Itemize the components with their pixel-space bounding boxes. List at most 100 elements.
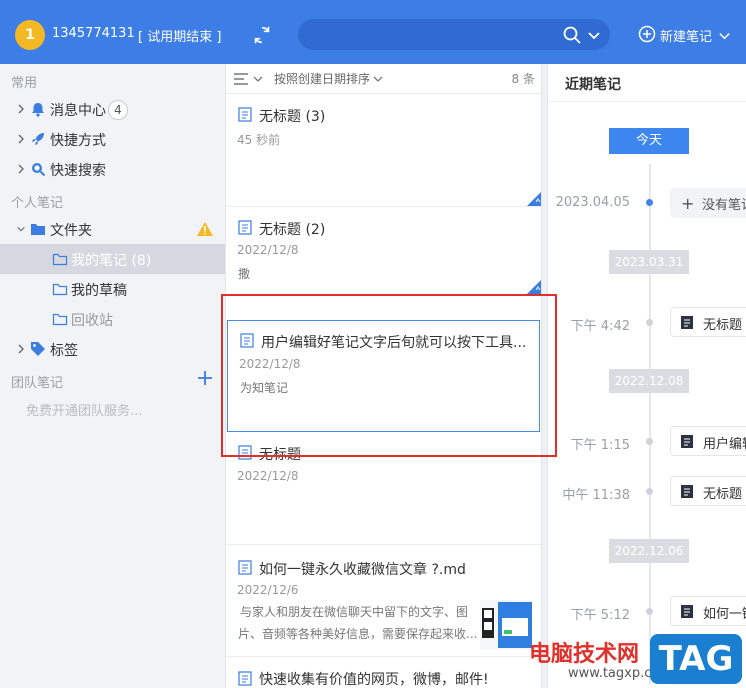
note-thumbnail — [480, 600, 532, 650]
folder-icon — [31, 224, 45, 235]
plus-icon: + — [681, 194, 695, 213]
note-snippet: 与家人和朋友在微信聊天中留下的文字、图 — [240, 605, 469, 619]
watermark-logo: TAG — [650, 634, 742, 684]
chevron-down-icon[interactable] — [16, 223, 26, 235]
card-label: 无标题 — [703, 487, 743, 502]
message-count-badge: 4 — [108, 100, 128, 120]
sort-dropdown[interactable]: 按照创建日期排序 — [274, 70, 370, 87]
timeline-time: 下午 4:42 — [570, 319, 630, 334]
avatar[interactable]: 1 — [15, 20, 45, 50]
sidebar-item-label: 快速搜索 — [50, 163, 106, 179]
document-icon — [681, 316, 693, 329]
sidebar: 常用 消息中心 4 快捷方式 快速搜索 个人笔记 文件夹 我的笔记 (8) 我的… — [0, 64, 226, 688]
sidebar-item-label: 回收站 — [71, 313, 113, 329]
sidebar-item-label: 我的笔记 (8) — [71, 253, 152, 269]
note-date: 2022/12/8 — [237, 243, 299, 257]
recent-notes-panel: 近期笔记 今天 2023.04.05 + 没有笔记 2023.03.31 下午 … — [548, 64, 746, 688]
team-service-hint[interactable]: 免费开通团队服务... — [26, 400, 142, 419]
note-count: 8 条 — [511, 72, 535, 86]
chevron-right-icon[interactable] — [16, 103, 26, 115]
pin-corner-icon — [527, 192, 541, 206]
sync-icon[interactable] — [251, 24, 273, 46]
timeline-time: 中午 11:38 — [562, 488, 630, 503]
document-icon — [238, 220, 252, 235]
app-window: 1 1345774131 [ 试用期结束 ] 新建笔记 常用 消息中心 4 快捷… — [0, 0, 746, 688]
section-personal: 个人笔记 — [11, 196, 64, 211]
sidebar-item-label: 消息中心 — [50, 103, 106, 119]
date-chip: 2022.12.08 — [609, 369, 689, 393]
chevron-down-icon[interactable] — [587, 28, 601, 42]
chevron-right-icon[interactable] — [16, 343, 26, 355]
note-item[interactable]: 快速收集有价值的网页，微博，邮件! — [226, 657, 541, 688]
username[interactable]: 1345774131 — [52, 26, 135, 41]
card-label: 如何一键 — [703, 607, 746, 622]
recent-note-card[interactable]: 如何一键 — [670, 596, 746, 626]
note-item[interactable]: 无标题 (3) 45 秒前 — [226, 95, 541, 207]
date-chip: 2023.03.31 — [609, 250, 689, 274]
card-label: 用户编辑 — [703, 437, 746, 452]
date-chip: 2022.12.06 — [609, 539, 689, 563]
watermark-site-name: 电脑技术网 — [529, 642, 640, 667]
sidebar-item-messages[interactable]: 消息中心 4 — [0, 94, 225, 124]
chevron-down-icon[interactable] — [718, 29, 731, 42]
recent-note-card[interactable]: 用户编辑 — [670, 426, 746, 456]
note-item[interactable]: 如何一键永久收藏微信文章 ?.md 2022/12/6 与家人和朋友在微信聊天中… — [226, 545, 541, 657]
card-label: 没有笔记 — [702, 198, 746, 213]
list-header: 按照创建日期排序 8 条 — [226, 64, 541, 94]
timeline-time: 下午 5:12 — [570, 608, 630, 623]
top-bar: 1 1345774131 [ 试用期结束 ] 新建笔记 — [0, 0, 746, 64]
note-title: 无标题 (3) — [259, 109, 326, 125]
note-title: 快速收集有价值的网页，微博，邮件! — [259, 672, 489, 688]
bell-icon — [32, 103, 44, 117]
search-icon — [32, 163, 46, 177]
folder-outline-icon — [52, 313, 68, 326]
timeline-dot — [646, 438, 653, 445]
recent-note-card[interactable]: 无标题 — [670, 307, 746, 337]
note-title: 如何一键永久收藏微信文章 ?.md — [259, 562, 466, 578]
timeline-dot — [646, 608, 653, 615]
timeline-dot — [646, 319, 653, 326]
note-date: 2022/12/8 — [237, 469, 299, 483]
section-common: 常用 — [11, 76, 38, 91]
timeline-dot — [646, 488, 653, 495]
note-item[interactable]: 无标题 (2) 2022/12/8 撒 — [226, 207, 541, 295]
timeline-time: 下午 1:15 — [570, 438, 630, 453]
trial-status[interactable]: [ 试用期结束 ] — [138, 26, 221, 45]
chevron-right-icon[interactable] — [16, 163, 26, 175]
sidebar-item-label: 快捷方式 — [50, 133, 106, 149]
sidebar-item-my-notes[interactable]: 我的笔记 (8) — [0, 244, 225, 274]
list-view-icon[interactable] — [234, 72, 264, 86]
sidebar-item-shortcuts[interactable]: 快捷方式 — [0, 124, 225, 154]
search-icon[interactable] — [562, 25, 582, 45]
recent-note-card[interactable]: 无标题 — [670, 476, 746, 506]
new-note-button[interactable]: 新建笔记 — [660, 26, 712, 45]
recent-title: 近期笔记 — [565, 77, 621, 93]
sidebar-item-label: 标签 — [50, 343, 78, 359]
today-button[interactable]: 今天 — [609, 128, 689, 154]
card-label: 无标题 — [703, 318, 743, 333]
rocket-icon — [32, 133, 44, 145]
add-team-icon[interactable] — [197, 370, 213, 386]
timeline-dot — [646, 199, 653, 206]
sidebar-item-folder[interactable]: 文件夹 — [0, 214, 225, 244]
note-date: 45 秒前 — [237, 133, 281, 147]
chevron-right-icon[interactable] — [16, 133, 26, 145]
highlight-box — [221, 294, 557, 457]
folder-outline-icon — [52, 283, 68, 296]
document-icon — [238, 107, 252, 122]
document-icon — [681, 435, 693, 448]
sidebar-item-my-drafts[interactable]: 我的草稿 — [0, 274, 225, 304]
document-icon — [238, 560, 252, 575]
note-date: 2022/12/6 — [237, 583, 299, 597]
empty-note-card[interactable]: + 没有笔记 — [670, 188, 746, 218]
sidebar-item-recycle-bin[interactable]: 回收站 — [0, 304, 225, 334]
chevron-down-icon[interactable] — [372, 73, 384, 85]
sidebar-item-tags[interactable]: 标签 — [0, 334, 225, 364]
warning-icon[interactable] — [196, 221, 214, 237]
note-snippet: 片、音频等各种美好信息，需要保存起来收... — [238, 627, 478, 641]
folder-outline-icon — [52, 253, 68, 266]
sidebar-item-quick-search[interactable]: 快速搜索 — [0, 154, 225, 184]
plus-circle-icon[interactable] — [638, 25, 656, 43]
tag-icon — [31, 342, 45, 356]
sidebar-item-label: 文件夹 — [50, 223, 92, 239]
